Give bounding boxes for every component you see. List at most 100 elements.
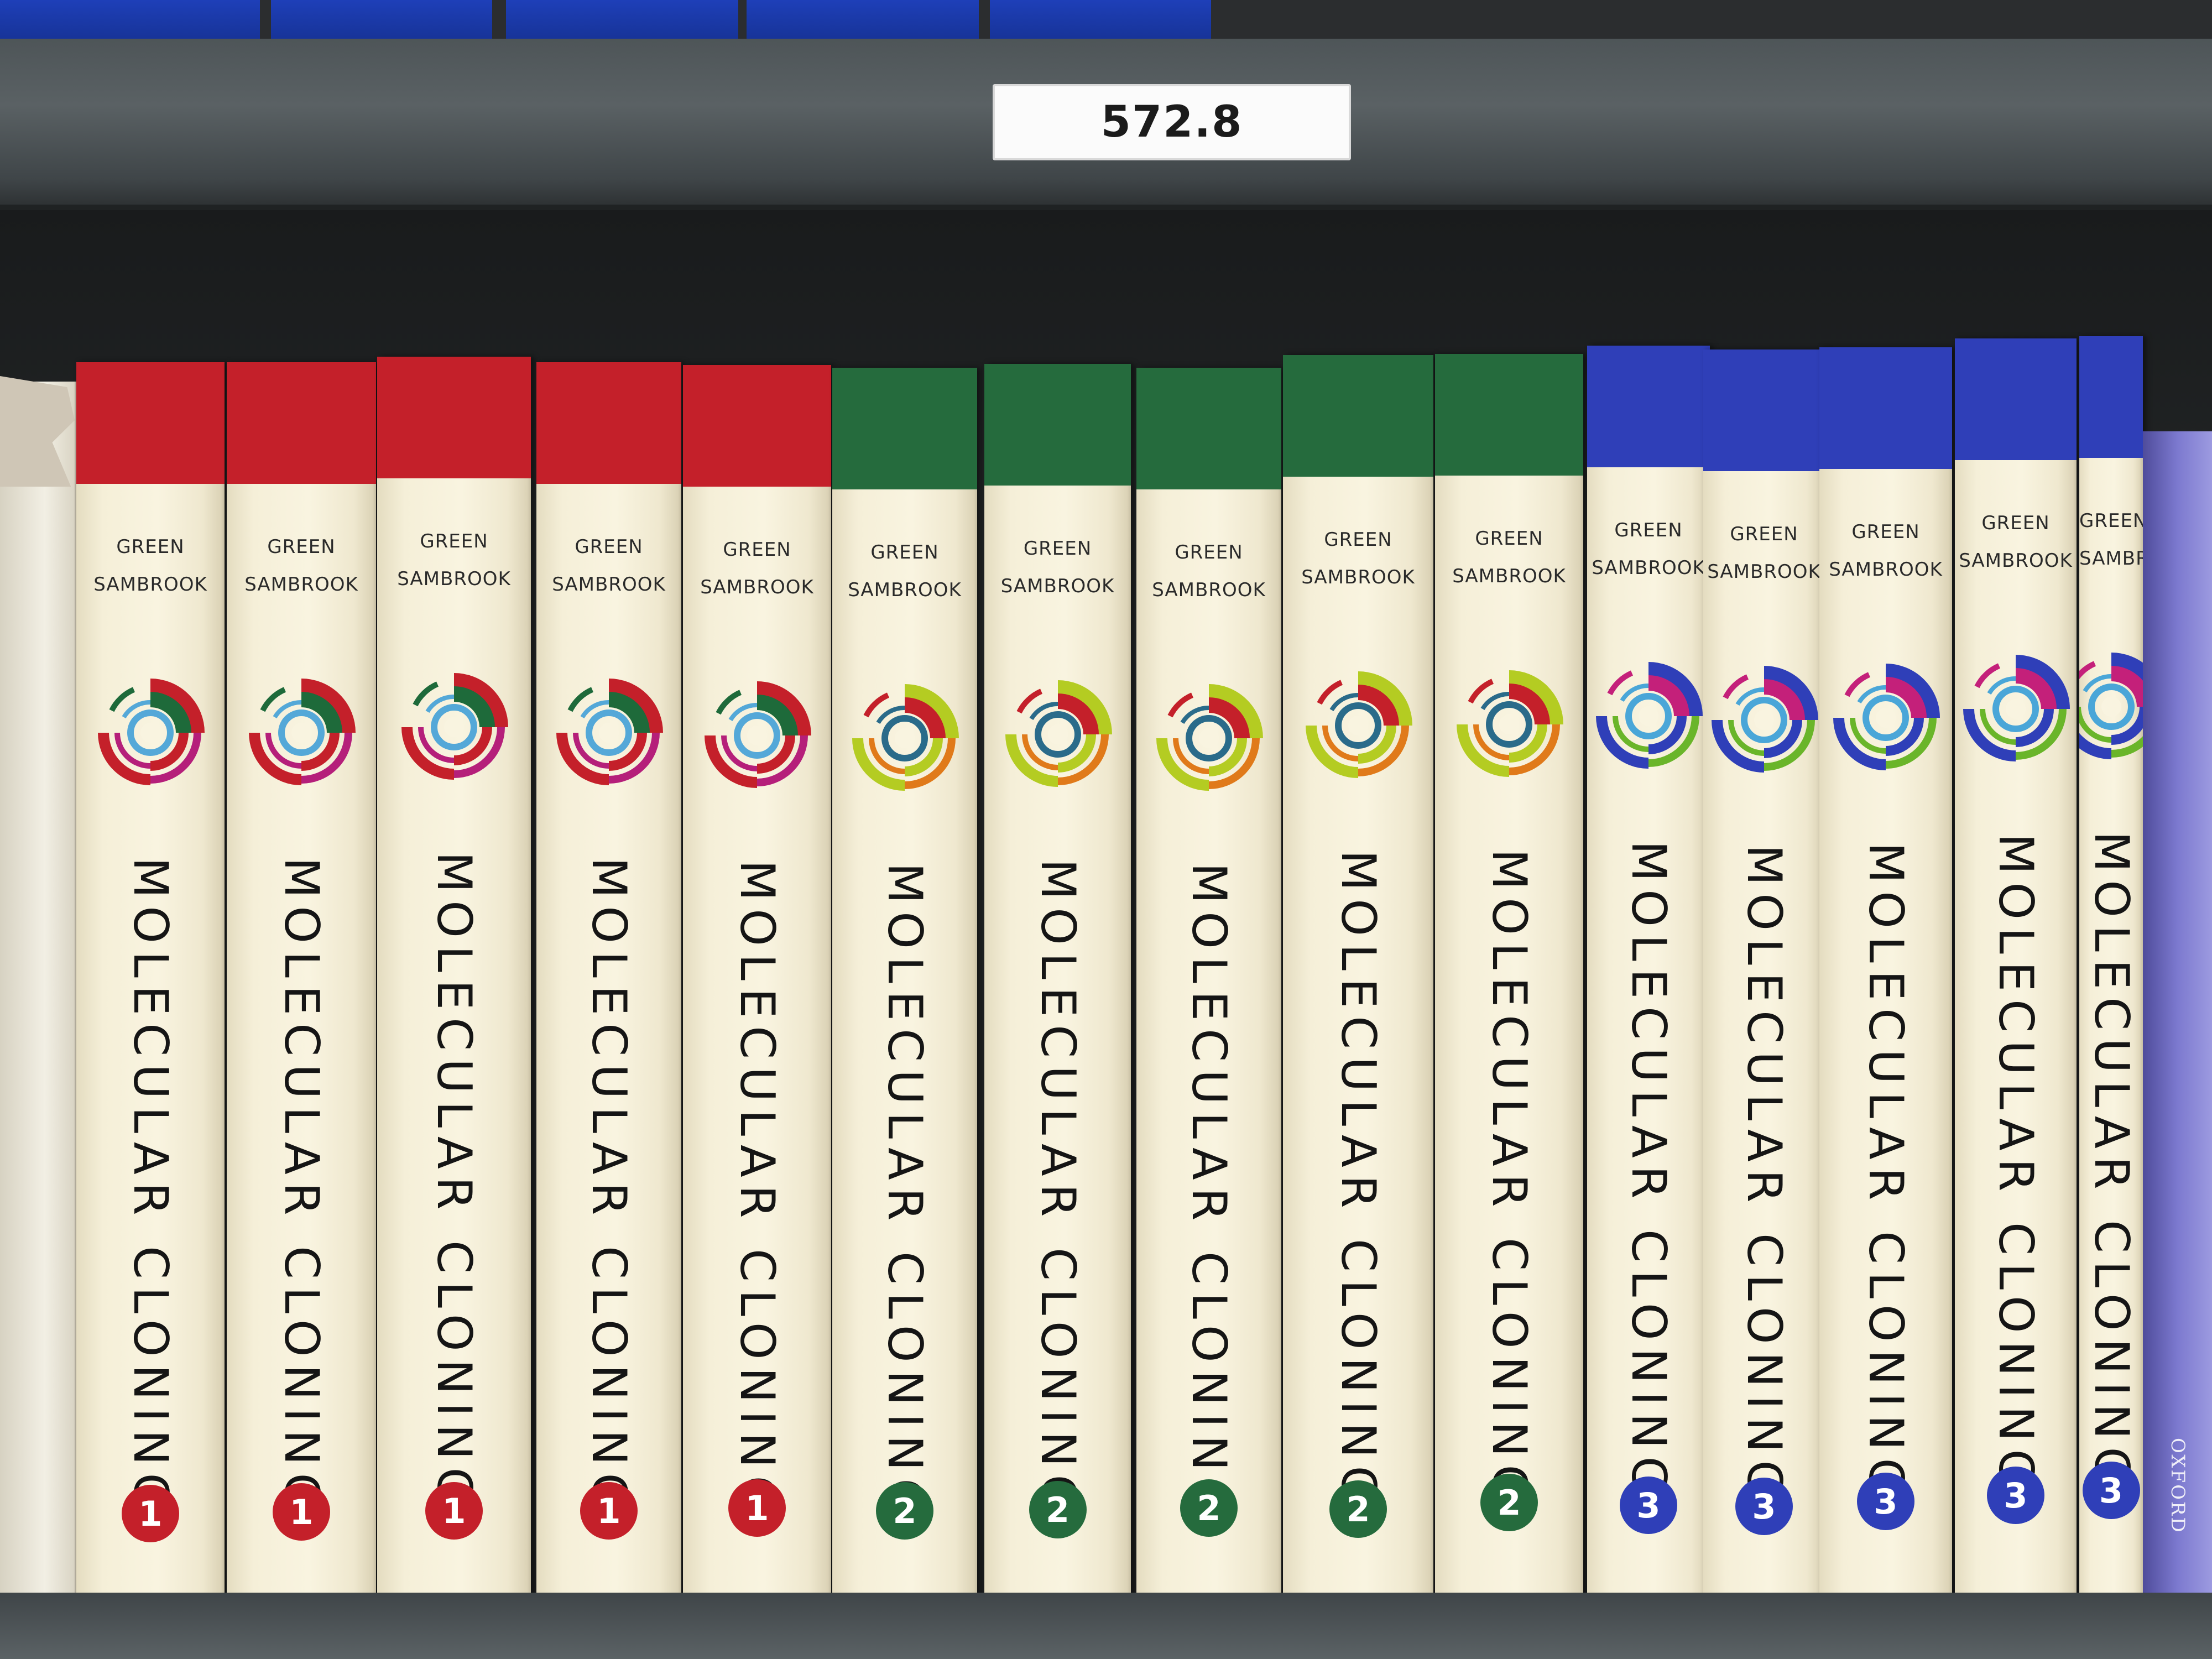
volume-color-band: [1587, 346, 1710, 467]
author-green: GREEN: [1614, 519, 1683, 541]
volume-number-badge: 3: [1987, 1467, 2044, 1524]
author-sambrook: SAMBROOK: [93, 573, 207, 596]
cover-emblem-icon: [246, 677, 357, 788]
volume-color-band: [2079, 336, 2143, 458]
author-green: GREEN: [1324, 529, 1392, 551]
author-sambrook: SAMBROOK: [1000, 575, 1115, 597]
volume-color-band: [76, 362, 225, 484]
author-names: GREEN SAMBROOK: [683, 531, 831, 606]
book-spine: GREEN SAMBROOK MOLECULAR CLONING 2: [1283, 355, 1433, 1616]
author-sambrook: SAMBROOK: [848, 579, 962, 601]
volume-color-band: [1819, 347, 1952, 469]
volume-color-band: [1955, 338, 2077, 460]
book-title: MOLECULAR CLONING: [1181, 863, 1237, 1524]
book-spine: GREEN SAMBROOK MOLECULAR CLONING 1: [76, 362, 225, 1620]
author-sambrook: SAMBROOK: [1707, 561, 1821, 583]
volume-color-band: [1136, 368, 1281, 489]
author-green: GREEN: [1730, 523, 1798, 545]
author-green: GREEN: [267, 536, 336, 558]
book-spine: GREEN SAMBROOK MOLECULAR CLONING 2: [832, 368, 977, 1618]
author-names: GREEN SAMBROOK: [377, 523, 531, 598]
cover-emblem-icon: [849, 683, 960, 794]
book-title: MOLECULAR CLONING: [1736, 844, 1792, 1505]
author-sambrook: SAMBROOK: [1152, 579, 1266, 601]
author-names: GREEN SAMBROOK: [76, 528, 225, 603]
author-names: GREEN SAMBROOK: [536, 528, 681, 603]
cover-emblem-icon: [399, 672, 509, 782]
book-spine: GREEN SAMBROOK MOLECULAR CLONING 1: [227, 362, 376, 1619]
volume-number-badge: 2: [1180, 1479, 1238, 1537]
torn-spine-edge: [0, 376, 75, 487]
author-sambrook: SAMBROOK: [1829, 559, 1943, 581]
volume-number-badge: 2: [1329, 1480, 1387, 1538]
book-spine: GREEN SAMBROOK MOLECULAR CLONING3: [1819, 347, 1952, 1608]
author-green: GREEN: [420, 530, 488, 552]
volume-color-band: [984, 364, 1131, 486]
cover-emblem-icon: [1830, 662, 1941, 773]
publisher-name: OXFORD: [2167, 1438, 2189, 1534]
author-sambrook: SAMBROOK: [700, 576, 814, 598]
cover-emblem-icon: [1960, 654, 2071, 764]
book-spine: GREEN SAMBROOK MOLECULAR CLONING3: [1587, 346, 1710, 1612]
author-sambrook: SAMBROOK: [1959, 550, 2073, 572]
volume-color-band: [377, 357, 531, 478]
volume-color-band: [536, 362, 681, 484]
cover-emblem-icon: [554, 677, 664, 788]
author-names: GREEN SAMBROOK: [1955, 504, 2077, 580]
volume-color-band: [1435, 354, 1583, 476]
book-title: MOLECULAR CLONING: [274, 857, 329, 1518]
book-spine: GREEN SAMBROOK MOLECULAR CLONING 1: [536, 362, 681, 1618]
cover-emblem-icon: [95, 677, 206, 788]
author-names: GREEN SAMBROOK: [1283, 521, 1433, 596]
author-names: GREEN SAMBROOK: [984, 530, 1131, 605]
author-green: GREEN: [1851, 521, 1920, 543]
volume-color-band: [1283, 355, 1433, 477]
author-names: GREEN SAMBROOK: [1703, 515, 1825, 591]
book-spine: GREEN SAMBROOK MOLECULAR CLONING3: [1703, 349, 1825, 1613]
book-title: MOLECULAR CLONING: [581, 857, 637, 1518]
author-sambrook: SAMBROOK: [397, 568, 511, 590]
volume-number-badge: 2: [1029, 1481, 1087, 1538]
author-sambrook: SAMBROOK: [1592, 557, 1705, 579]
book-title: MOLECULAR CLONING: [1481, 849, 1537, 1510]
book-title: MOLECULAR CLONING: [729, 860, 785, 1521]
author-green: GREEN: [1023, 538, 1092, 560]
author-green: GREEN: [2079, 510, 2143, 532]
author-green: GREEN: [1175, 541, 1243, 564]
volume-number-badge: 3: [1735, 1478, 1793, 1535]
cover-emblem-icon: [1003, 679, 1113, 790]
book-title: MOLECULAR CLONING: [1331, 850, 1386, 1511]
volume-color-band: [227, 362, 376, 484]
book-title: MOLECULAR CLONING: [2083, 831, 2139, 1492]
cover-emblem-icon: [1154, 683, 1264, 794]
call-number-label: 572.8: [993, 84, 1351, 160]
book-spine: GREEN SAMBROOK MOLECULAR CLONING3: [1955, 338, 2077, 1602]
author-names: GREEN SAMBROOK: [1435, 520, 1583, 595]
volume-number-badge: 3: [2082, 1462, 2140, 1519]
book-title: MOLECULAR CLONING: [877, 863, 932, 1524]
volume-number-badge: 2: [1480, 1474, 1538, 1531]
book-title: MOLECULAR CLONING: [1858, 842, 1913, 1503]
volume-number-badge: 1: [580, 1482, 638, 1540]
cover-emblem-icon: [1303, 670, 1413, 781]
author-green: GREEN: [723, 539, 791, 561]
book-spine: GREEN SAMBROOK MOLECULAR CLONING 2: [1435, 354, 1583, 1609]
book-title: MOLECULAR CLONING: [1988, 833, 2043, 1494]
author-green: GREEN: [575, 536, 643, 558]
author-sambrook: SAMBROOK: [1452, 565, 1566, 587]
author-names: GREEN SAMBROOK: [832, 534, 977, 609]
lower-shelf: [0, 1593, 2212, 1659]
author-names: GREEN SAMBROOK: [227, 528, 376, 603]
volume-number-badge: 1: [122, 1485, 179, 1542]
book-spine: GREEN SAMBROOK MOLECULAR CLONING 2: [1136, 368, 1281, 1615]
volume-number-badge: 1: [273, 1483, 330, 1541]
volume-number-badge: 3: [1857, 1473, 1914, 1530]
cover-emblem-icon: [2079, 651, 2143, 762]
book-title: MOLECULAR CLONING: [123, 857, 178, 1518]
author-names: GREEN SAMBROOK: [1136, 534, 1281, 609]
cover-emblem-icon: [1593, 661, 1704, 771]
volume-number-badge: 2: [876, 1482, 933, 1540]
volume-number-badge: 1: [425, 1482, 483, 1540]
author-names: GREEN SAMBROOK: [2079, 502, 2143, 577]
book-title: MOLECULAR CLONING: [1030, 859, 1086, 1520]
